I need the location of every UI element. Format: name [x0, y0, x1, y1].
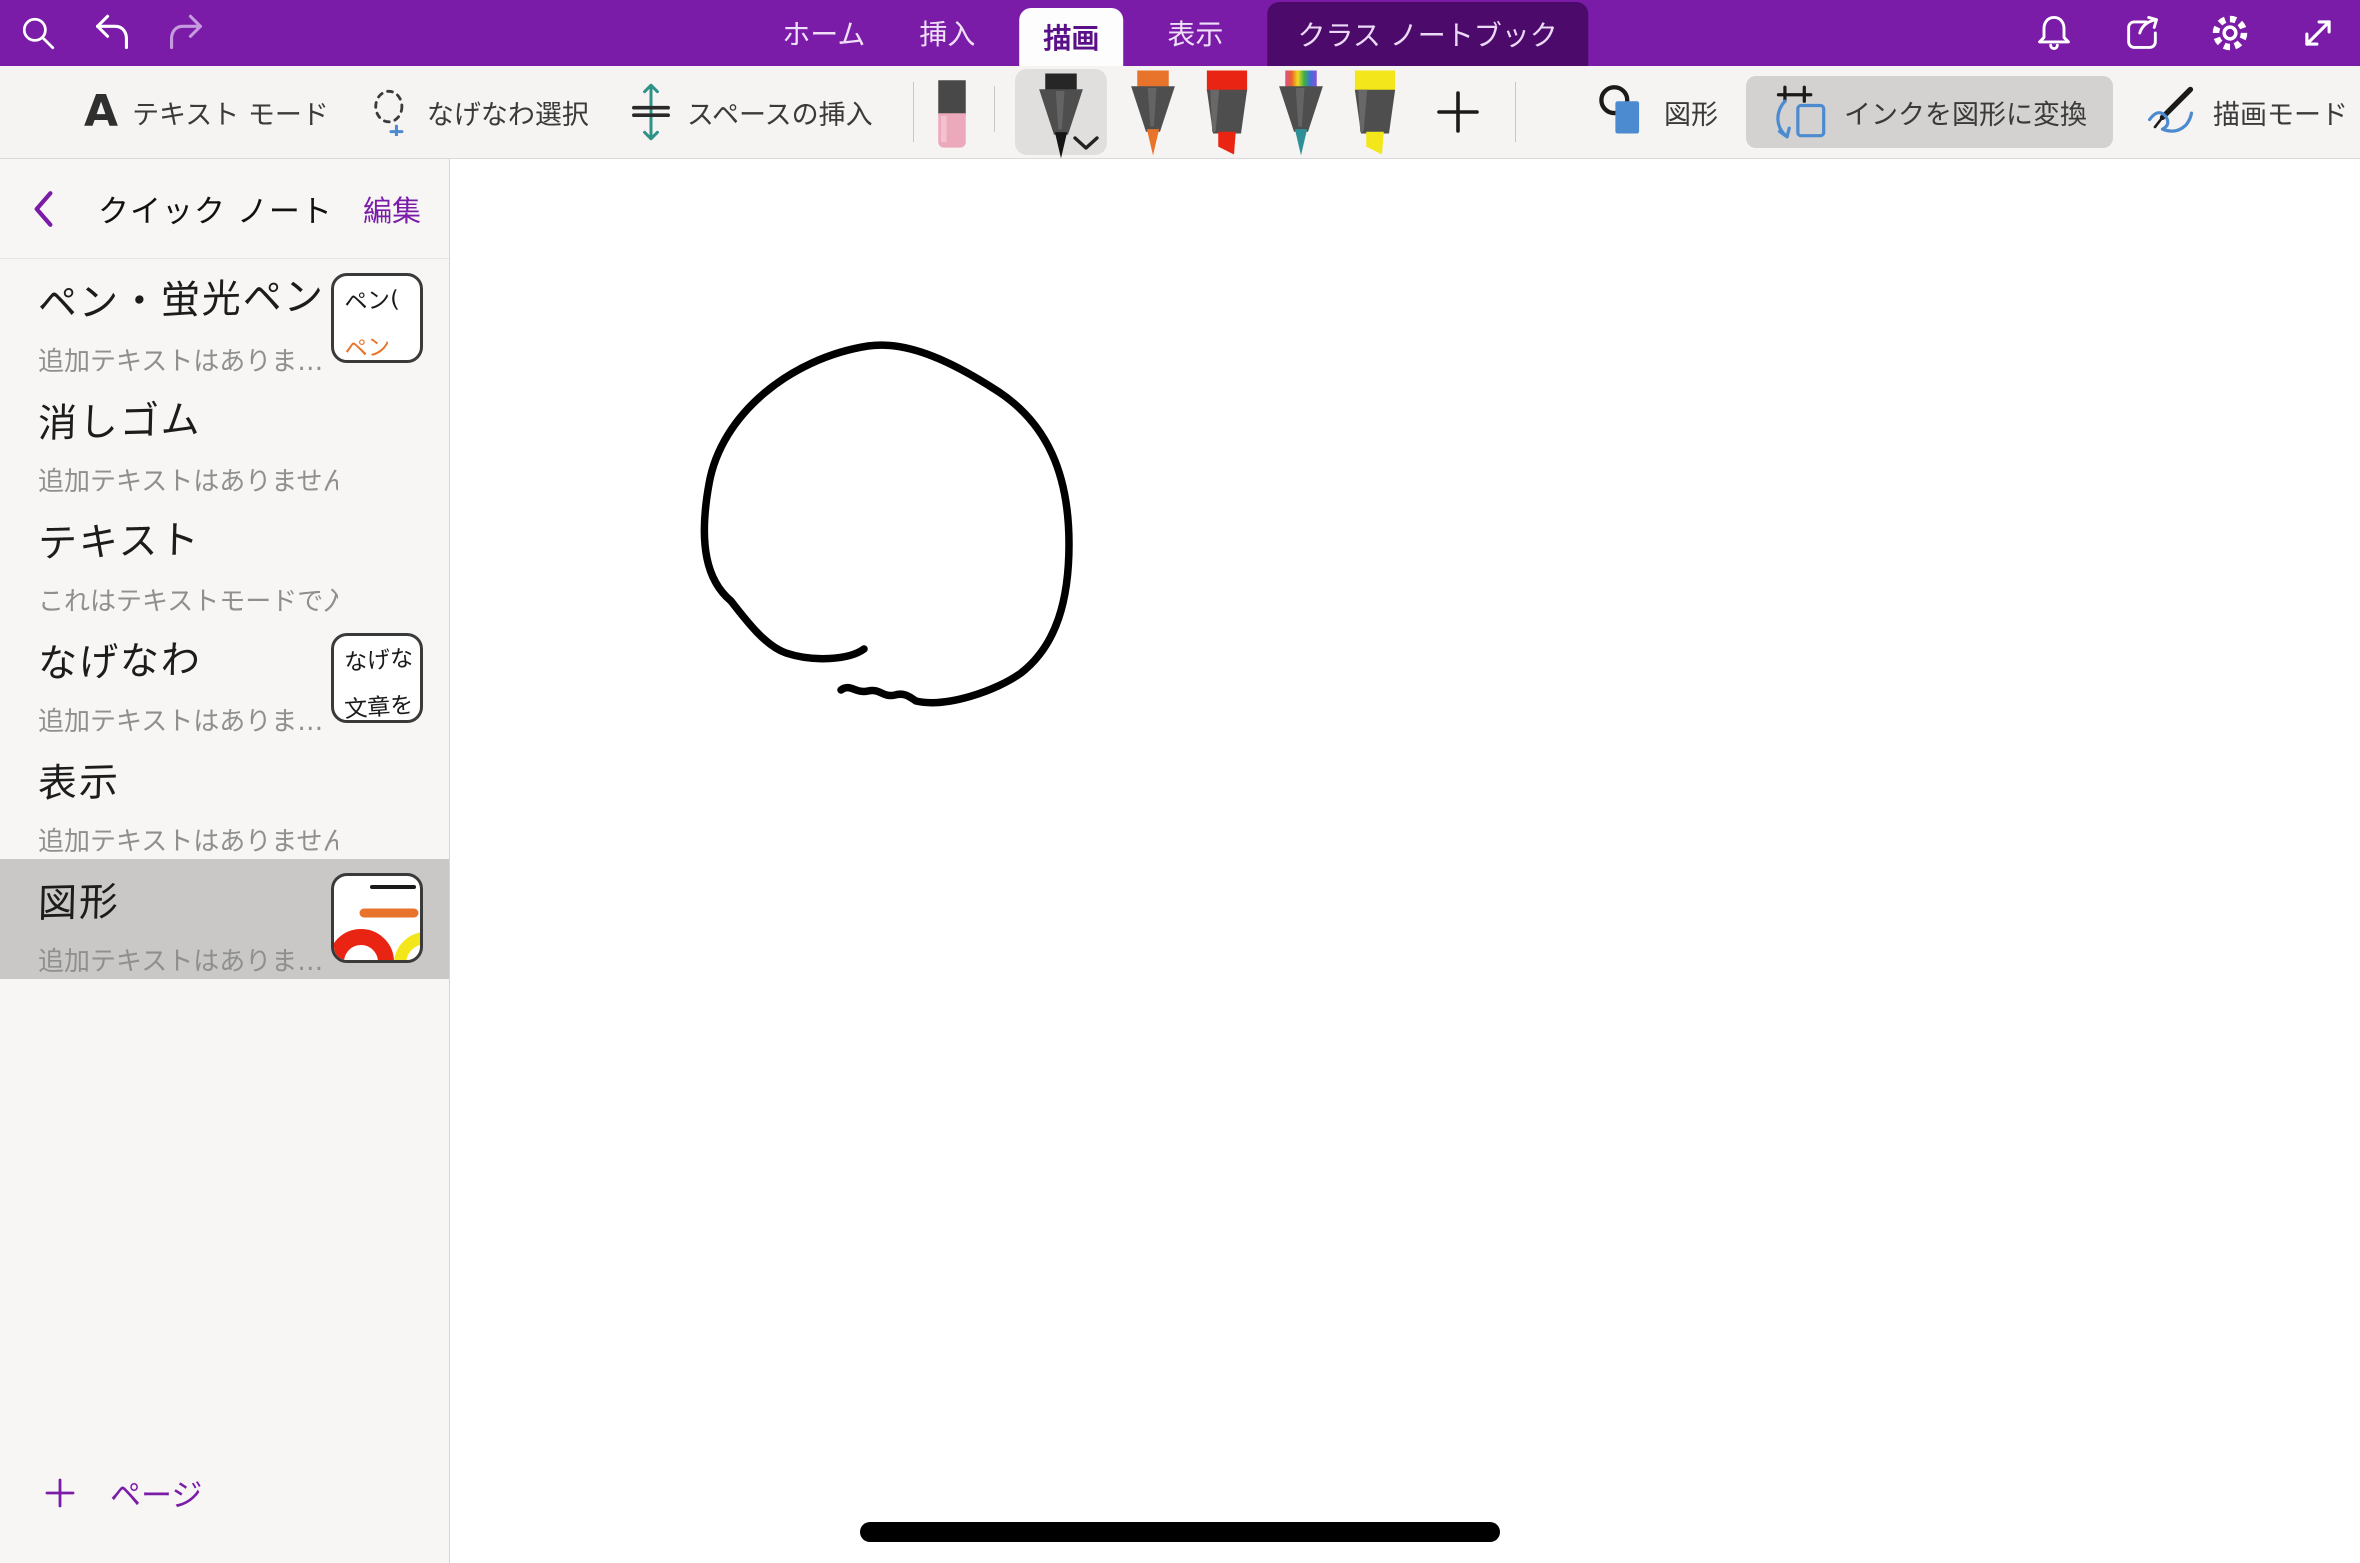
tab-表示[interactable]: 表示 — [1157, 0, 1233, 66]
page-item-テキスト[interactable]: テキストこれはテキストモードで入力し… — [0, 499, 449, 619]
add-pen-plus-icon — [1435, 89, 1481, 135]
thumbnail-handwriting: 文章を — [332, 676, 421, 723]
back-chevron-icon — [30, 189, 56, 229]
page-item-なげなわ[interactable]: なげなわ追加テキストはありま…なげな文章を — [0, 619, 449, 739]
page-list: ペン・蛍光ペン追加テキストはありま…ペン(ペン消しゴム追加テキストはありませんテ… — [0, 259, 449, 979]
notifications-button[interactable] — [2032, 11, 2076, 55]
insert-space-button[interactable]: スペースの挿入 — [629, 82, 873, 142]
onenote-app: ホーム挿入描画表示クラス ノートブック — [0, 0, 2360, 1563]
thumbnail-handwriting: ペン — [332, 316, 421, 363]
fullscreen-button[interactable] — [2296, 11, 2340, 55]
ribbon-divider — [913, 82, 914, 142]
search-icon — [19, 14, 57, 52]
page-sidebar: クイック ノート 編集 ペン・蛍光ペン追加テキストはありま…ペン(ペン消しゴム追… — [0, 159, 450, 1563]
lasso-select-button[interactable]: なげなわ選択 — [369, 88, 589, 136]
redo-button[interactable] — [164, 11, 208, 55]
page-item-表示[interactable]: 表示追加テキストはありません — [0, 739, 449, 859]
page-title: 消しゴム — [37, 382, 449, 449]
sidebar-footer: ページ — [0, 1470, 449, 1515]
text-mode-label: テキスト モード — [132, 93, 329, 132]
page-subtitle: 追加テキストはありません — [38, 821, 338, 858]
red-highlighter[interactable] — [1199, 66, 1255, 158]
text-mode-icon: A — [84, 90, 118, 134]
page-item-図形[interactable]: 図形追加テキストはありま… — [0, 859, 449, 979]
undo-icon — [92, 13, 132, 53]
gear-icon — [2209, 12, 2251, 54]
redo-icon — [166, 13, 206, 53]
thumbnail-handwriting: ペン( — [333, 273, 422, 321]
drawing-canvas[interactable] — [451, 159, 2360, 1563]
insert-space-label: スペースの挿入 — [687, 93, 873, 132]
top-app-bar: ホーム挿入描画表示クラス ノートブック — [0, 0, 2360, 66]
tab-クラス ノートブック[interactable]: クラス ノートブック — [1267, 2, 1587, 66]
ink-to-shape-icon — [1772, 84, 1828, 140]
text-mode-button[interactable]: A テキスト モード — [84, 90, 329, 134]
draw-mode-icon — [2141, 85, 2199, 139]
page-title: テキスト — [37, 502, 449, 569]
add-page-label: ページ — [110, 1470, 202, 1515]
bell-icon — [2034, 13, 2074, 53]
plus-icon — [44, 1477, 76, 1509]
page-subtitle: 追加テキストはありま… — [38, 941, 338, 978]
topbar-left-icons — [16, 0, 208, 66]
page-thumbnail — [331, 873, 423, 963]
thumbnail-shapes-drawing — [334, 876, 420, 960]
expand-icon — [2298, 13, 2338, 53]
add-page-button[interactable]: ページ — [44, 1470, 202, 1515]
topbar-right-icons — [2032, 0, 2340, 66]
chevron-down-icon — [1073, 136, 1099, 150]
share-icon — [2122, 13, 2162, 53]
draw-mode-label: 描画モード — [2213, 93, 2348, 132]
eraser[interactable] — [930, 66, 974, 158]
pen-divider — [994, 86, 995, 132]
shapes-icon — [1598, 84, 1650, 140]
yellow-highlighter[interactable] — [1347, 66, 1403, 158]
orange-pen[interactable] — [1125, 66, 1181, 158]
page-item-ペン・蛍光ペン[interactable]: ペン・蛍光ペン追加テキストはありま…ペン(ペン — [0, 259, 449, 379]
page-thumbnail: なげな文章を — [331, 633, 423, 723]
ink-stroke-circle — [451, 159, 2360, 1563]
search-button[interactable] — [16, 11, 60, 55]
shapes-button[interactable]: 図形 — [1598, 84, 1718, 140]
tab-ホーム[interactable]: ホーム — [772, 0, 875, 66]
ribbon-group-left: A テキスト モード なげなわ選択 スペースの挿入 — [84, 66, 914, 158]
thumbnail-handwriting: なげな — [333, 633, 422, 681]
tab-描画[interactable]: 描画 — [1019, 8, 1123, 66]
ink-to-shape-button[interactable]: インクを図形に変換 — [1746, 76, 2113, 148]
ribbon-divider — [1515, 82, 1516, 142]
page-subtitle: 追加テキストはありま… — [38, 341, 338, 378]
rainbow-pen[interactable] — [1273, 66, 1329, 158]
pen-tray — [930, 66, 1516, 158]
shapes-label: 図形 — [1664, 93, 1718, 132]
home-indicator[interactable] — [860, 1522, 1500, 1542]
page-item-消しゴム[interactable]: 消しゴム追加テキストはありません — [0, 379, 449, 499]
ribbon-tabs: ホーム挿入描画表示クラス ノートブック — [772, 0, 1588, 66]
page-subtitle: 追加テキストはありま… — [38, 701, 338, 738]
settings-button[interactable] — [2208, 11, 2252, 55]
notebook-section-title: クイック ノート — [98, 186, 333, 231]
undo-button[interactable] — [90, 11, 134, 55]
draw-mode-button[interactable]: 描画モード — [2141, 85, 2348, 139]
page-subtitle: これはテキストモードで入力し… — [38, 581, 338, 618]
sidebar-header: クイック ノート 編集 — [0, 159, 449, 259]
ribbon-group-right: 図形 インクを図形に変換 描画モード — [1598, 66, 2348, 158]
lasso-select-label: なげなわ選択 — [427, 93, 589, 132]
lasso-icon — [369, 88, 413, 136]
ribbon-toolbar: A テキスト モード なげなわ選択 スペースの挿入 — [0, 66, 2360, 159]
edit-button[interactable]: 編集 — [363, 188, 421, 230]
back-button[interactable] — [30, 189, 56, 229]
tab-挿入[interactable]: 挿入 — [909, 0, 985, 66]
insert-space-icon — [629, 82, 673, 142]
ink-to-shape-label: インクを図形に変換 — [1844, 93, 2087, 132]
black-pen-selected[interactable] — [1015, 69, 1107, 155]
add-pen-button[interactable] — [1435, 66, 1481, 158]
page-title: 表示 — [37, 742, 449, 809]
page-thumbnail: ペン(ペン — [331, 273, 423, 363]
share-button[interactable] — [2120, 11, 2164, 55]
page-subtitle: 追加テキストはありません — [38, 461, 338, 498]
